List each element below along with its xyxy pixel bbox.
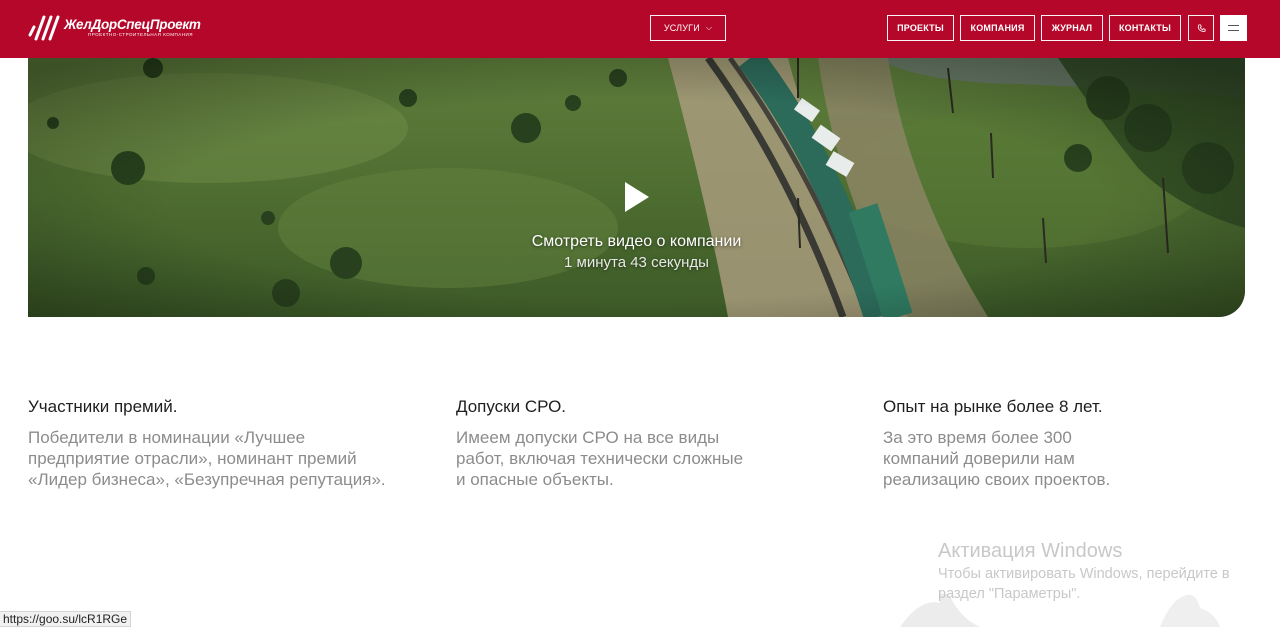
activation-title: Активация Windows: [938, 540, 1123, 562]
services-dropdown-button[interactable]: УСЛУГИ ⌵: [650, 15, 726, 41]
status-bar-url: https://goo.su/lcR1RGe: [0, 611, 132, 627]
chevron-down-icon: ⌵: [705, 23, 713, 32]
nav-contacts[interactable]: КОНТАКТЫ: [1109, 15, 1181, 41]
hamburger-icon: [1228, 25, 1239, 31]
company-logo[interactable]: ЖелДорСпецПроект ПРОЕКТНО-СТРОИТЕЛЬНАЯ К…: [28, 13, 201, 43]
services-label: УСЛУГИ: [663, 23, 700, 33]
activation-line2: раздел "Параметры".: [938, 586, 1081, 602]
feature-text: Победители в номинации «Лучшее предприят…: [28, 428, 386, 489]
feature-text: Имеем допуски СРО на все виды работ, вкл…: [456, 428, 744, 489]
menu-button[interactable]: [1220, 15, 1247, 41]
video-title: Смотреть видео о компании: [531, 233, 742, 250]
feature-awards: Участники премий. Победители в номинации…: [28, 397, 408, 490]
feature-title: Допуски СРО.: [456, 397, 567, 416]
activation-line1: Чтобы активировать Windows, перейдите в: [938, 566, 1230, 582]
feature-text: За это время более 300 компаний доверили…: [883, 428, 1111, 489]
nav-company[interactable]: КОМПАНИЯ: [960, 15, 1035, 41]
logo-tagline: ПРОЕКТНО-СТРОИТЕЛЬНАЯ КОМПАНИЯ: [88, 32, 193, 37]
site-header: ЖелДорСпецПроект ПРОЕКТНО-СТРОИТЕЛЬНАЯ К…: [0, 0, 1280, 58]
nav-projects[interactable]: ПРОЕКТЫ: [887, 15, 954, 41]
play-icon[interactable]: [625, 182, 649, 212]
feature-sro: Допуски СРО. Имеем допуски СРО на все ви…: [456, 397, 756, 490]
feature-title: Участники премий.: [28, 397, 178, 416]
phone-icon: [1197, 23, 1206, 32]
phone-button[interactable]: [1188, 15, 1214, 41]
windows-activation-watermark: Активация Windows Чтобы активировать Win…: [938, 538, 1230, 604]
feature-experience: Опыт на рынке более 8 лет. За это время …: [883, 397, 1143, 490]
feature-title: Опыт на рынке более 8 лет.: [883, 397, 1103, 416]
video-duration: 1 минута 43 секунды: [564, 254, 709, 271]
logo-mark-icon: [28, 15, 60, 41]
logo-name: ЖелДорСпецПроект: [64, 17, 201, 32]
nav-journal[interactable]: ЖУРНАЛ: [1041, 15, 1103, 41]
company-video[interactable]: Смотреть видео о компании 1 минута 43 се…: [28, 58, 1245, 317]
